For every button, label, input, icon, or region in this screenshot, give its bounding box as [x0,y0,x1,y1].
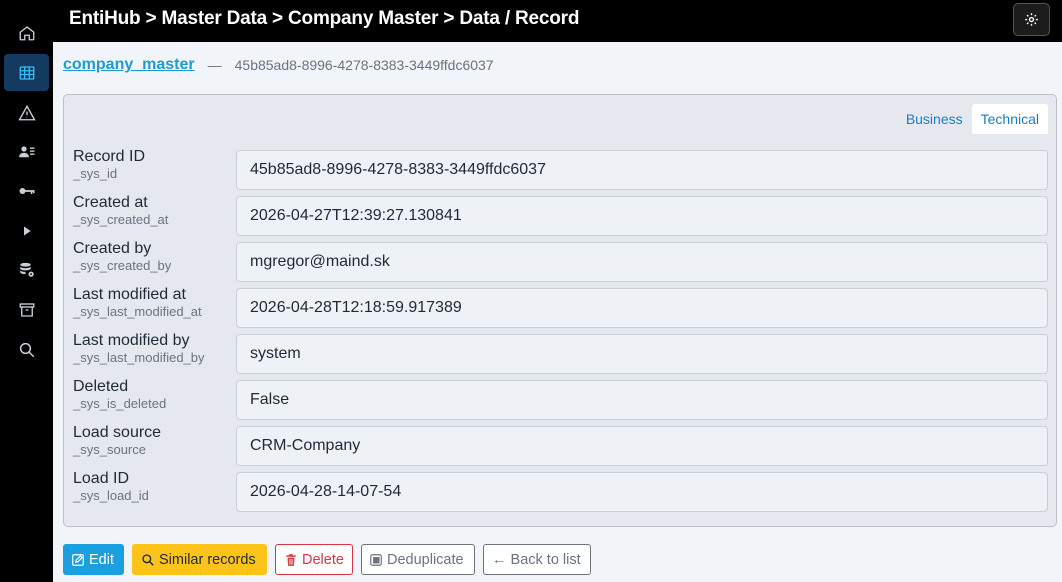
field-label-key: _sys_last_modified_by [73,350,205,365]
field-label: Created at _sys_created_at [73,193,168,228]
title-separator: — [207,57,222,73]
field-label-main: Record ID [73,148,146,165]
sidebar [0,0,53,582]
edit-button[interactable]: Edit [63,544,124,575]
field-value[interactable]: 2026-04-28T12:18:59.917389 [236,288,1048,328]
database-settings-icon [19,262,34,277]
field-value[interactable]: mgregor@maind.sk [236,242,1048,282]
field-label: Last modified by _sys_last_modified_by [73,331,205,366]
entity-link[interactable]: company_master [63,56,195,74]
edit-button-label: Edit [89,551,114,568]
search-icon [142,553,154,566]
field-label: Load source _sys_source [73,423,161,458]
field-label: Load ID _sys_load_id [73,469,149,504]
field-value[interactable]: False [236,380,1048,420]
field-row-last-modified-at: Last modified at _sys_last_modified_at 2… [64,285,1056,328]
field-label-key: _sys_load_id [73,488,149,503]
sidebar-item-keys[interactable] [0,172,53,209]
field-label-key: _sys_id [73,166,118,181]
field-label-key: _sys_created_by [73,258,172,273]
archive-icon [19,302,34,317]
field-label-main: Created at [73,194,148,211]
field-row-last-modified-by: Last modified by _sys_last_modified_by s… [64,331,1056,374]
back-to-list-label: ← Back to list [492,551,581,568]
field-label-key: _sys_source [73,442,146,457]
sidebar-item-users[interactable] [0,133,53,170]
field-label-main: Load ID [73,470,130,487]
field-label-key: _sys_is_deleted [73,396,167,411]
settings-button[interactable] [1013,3,1050,36]
table-icon [19,65,34,80]
field-value[interactable]: 2026-04-27T12:39:27.130841 [236,196,1048,236]
search-icon [19,342,34,357]
warning-icon [17,104,36,120]
deduplicate-button-label: Deduplicate [387,551,464,568]
sidebar-item-home[interactable] [0,14,53,51]
field-label: Deleted _sys_is_deleted [73,377,166,412]
record-card: Business Technical Record ID _sys_id 45b… [63,94,1057,527]
breadcrumb: EntiHub > Master Data > Company Master >… [69,8,580,29]
field-label-main: Created by [73,240,152,257]
sidebar-item-data[interactable] [4,54,49,91]
field-label: Record ID _sys_id [73,147,145,182]
field-row-deleted: Deleted _sys_is_deleted False [64,377,1056,420]
sidebar-item-search[interactable] [0,331,53,368]
field-label-key: _sys_last_modified_at [73,304,202,319]
action-bar: Edit Similar records Delete Deduplicate … [63,544,591,575]
delete-button-label: Delete [302,551,344,568]
field-label: Last modified at _sys_last_modified_at [73,285,202,320]
back-to-list-button[interactable]: ← Back to list [483,544,591,575]
field-row-created-by: Created by _sys_created_by mgregor@maind… [64,239,1056,282]
similar-records-label: Similar records [159,551,256,568]
field-row-record-id: Record ID _sys_id 45b85ad8-8996-4278-838… [64,147,1056,190]
record-id-text: 45b85ad8-8996-4278-8383-3449ffdc6037 [234,57,494,73]
field-row-load-source: Load source _sys_source CRM-Company [64,423,1056,466]
top-bar: EntiHub > Master Data > Company Master >… [53,0,1062,42]
field-value[interactable]: 45b85ad8-8996-4278-8383-3449ffdc6037 [236,150,1048,190]
tab-technical[interactable]: Technical [971,104,1048,134]
delete-button[interactable]: Delete [275,544,353,575]
field-value[interactable]: system [236,334,1048,374]
view-tabs: Business Technical [897,104,1048,134]
field-value[interactable]: 2026-04-28-14-07-54 [236,472,1048,512]
field-label: Created by _sys_created_by [73,239,171,274]
field-label-main: Last modified by [73,332,190,349]
users-list-icon [18,145,34,157]
home-icon [19,25,34,40]
similar-records-button[interactable]: Similar records [132,544,267,575]
sidebar-item-archive[interactable] [0,291,53,328]
gear-icon [1025,13,1038,26]
duplicate-icon [370,553,382,566]
field-label-main: Last modified at [73,286,186,303]
key-icon [19,187,34,194]
trash-icon [286,553,296,566]
record-title: company_master — 45b85ad8-8996-4278-8383… [63,54,494,76]
sidebar-item-run[interactable] [0,212,53,249]
field-label-key: _sys_created_at [73,212,169,227]
play-icon [23,226,31,235]
field-row-load-id: Load ID _sys_load_id 2026-04-28-14-07-54 [64,469,1056,512]
edit-icon [72,553,84,566]
tab-business[interactable]: Business [897,104,972,134]
field-row-created-at: Created at _sys_created_at 2026-04-27T12… [64,193,1056,236]
deduplicate-button[interactable]: Deduplicate [361,544,475,575]
field-value[interactable]: CRM-Company [236,426,1048,466]
field-label-main: Deleted [73,378,129,395]
sidebar-item-issues[interactable] [0,94,53,131]
field-label-main: Load source [73,424,162,441]
sidebar-item-db-settings[interactable] [0,251,53,288]
